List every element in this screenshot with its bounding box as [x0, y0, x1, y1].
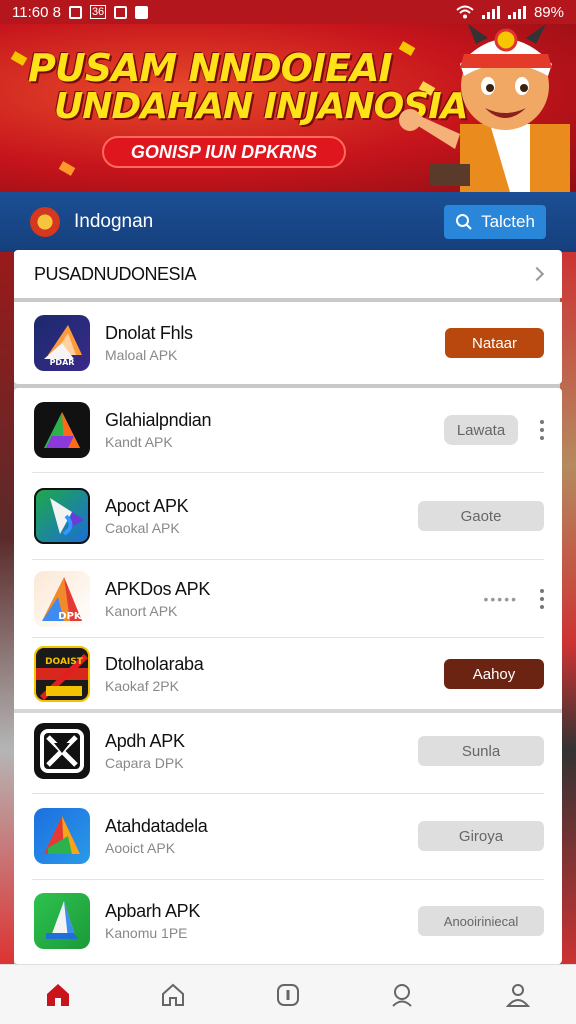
banner-cta-button[interactable]: GONISP IUN DPKRNS — [102, 136, 346, 168]
app-logo — [30, 207, 60, 237]
notification-icon — [68, 5, 82, 19]
app-subtitle: Kaokaf 2PK — [105, 678, 179, 694]
featured-app-card[interactable]: PDAR Dnolat Fhls Maloal APK Nataar — [14, 302, 562, 384]
app-header: Indognan Talcteh — [0, 192, 576, 252]
nav-apps[interactable] — [143, 965, 203, 1024]
install-button[interactable]: Nataar — [445, 328, 544, 358]
chevron-right-icon — [529, 266, 545, 282]
app-subtitle: Aooict APK — [105, 840, 176, 856]
action-button[interactable]: Gaote — [418, 501, 544, 531]
status-time: 11:60 8 — [12, 3, 61, 21]
app-title: Indognan — [74, 211, 154, 232]
list-item[interactable]: Glahialpndian Kandt APK Lawata — [14, 388, 562, 472]
app-icon: DPK — [34, 571, 90, 627]
nav-home[interactable] — [28, 965, 88, 1024]
list-item[interactable]: DOAIST Dtolholaraba Kaokaf 2PK Aahoy — [14, 638, 562, 710]
app-subtitle: Kanort APK — [105, 603, 178, 619]
app-icon — [34, 723, 90, 779]
app-subtitle: Kanomu 1PE — [105, 925, 188, 941]
svg-text:PDAR: PDAR — [50, 358, 75, 367]
confetti-decoration — [58, 161, 76, 176]
nav-profile[interactable] — [488, 965, 548, 1024]
gallery-icon — [114, 5, 128, 19]
app-icon — [34, 488, 90, 544]
app-name: Dnolat Fhls — [105, 323, 193, 343]
more-options-icon[interactable] — [540, 420, 544, 440]
search-button[interactable]: Talcteh — [444, 205, 546, 239]
app-name: Apdh APK — [105, 731, 185, 751]
app-icon: PDAR — [34, 315, 90, 371]
app-subtitle: Capara DPK — [105, 755, 184, 771]
search-icon — [456, 214, 472, 230]
app-name: Glahialpndian — [105, 410, 212, 430]
background-strip-left — [0, 252, 14, 964]
app-name: Apoct APK — [105, 496, 189, 516]
section-title: PUSADNUDONESIA — [34, 263, 197, 284]
signal-icon-2 — [507, 5, 526, 19]
status-bar: 11:60 8 36 89% — [0, 0, 576, 24]
action-button[interactable]: Giroya — [418, 821, 544, 851]
app-icon: DOAIST — [34, 646, 90, 702]
person-search-icon — [392, 983, 412, 1007]
list-item[interactable]: Apoct APK Caokal APK Gaote — [14, 473, 562, 559]
notification-badge: 36 — [89, 5, 107, 19]
wifi-icon — [456, 5, 474, 19]
section-header[interactable]: PUSADNUDONESIA — [14, 250, 562, 298]
list-item[interactable]: DPK APKDos APK Kanort APK ••••• — [14, 560, 562, 638]
app-subtitle: Kandt APK — [105, 434, 173, 450]
nav-search-user[interactable] — [373, 965, 433, 1024]
battery-level: 89% — [533, 3, 564, 21]
nav-info[interactable] — [258, 965, 318, 1024]
info-icon — [276, 983, 299, 1006]
mascot-illustration — [399, 24, 570, 192]
list-item[interactable]: Atahdatadela Aooict APK Giroya — [14, 794, 562, 878]
svg-text:DOAIST: DOAIST — [45, 657, 84, 667]
app-name: Atahdatadela — [105, 816, 208, 836]
app-icon — [34, 402, 90, 458]
more-options-icon[interactable] — [540, 589, 544, 609]
banner-headline: PUSAM NNDOIEAI — [28, 46, 393, 90]
app-subtitle: Caokal APK — [105, 520, 180, 536]
list-item[interactable]: Apbarh APK Kanomu 1PE Anooiriniecal — [14, 880, 562, 962]
app-name: Apbarh APK — [105, 901, 201, 921]
app-subtitle: Maloal APK — [105, 347, 178, 363]
list-item[interactable]: PDAR Dnolat Fhls Maloal APK Nataar — [14, 302, 562, 384]
action-button[interactable]: Sunla — [418, 736, 544, 766]
confetti-decoration — [10, 51, 28, 66]
list-item[interactable]: Apdh APK Capara DPK Sunla — [14, 713, 562, 789]
loading-indicator: ••••• — [483, 591, 518, 607]
app-list-card: Glahialpndian Kandt APK Lawata Apoct APK… — [14, 388, 562, 964]
signal-icon — [481, 5, 500, 19]
action-button[interactable]: Lawata — [444, 415, 518, 445]
bottom-navigation — [0, 964, 576, 1024]
svg-text:DPK: DPK — [58, 611, 83, 622]
app-name: Dtolholaraba — [105, 654, 204, 674]
promo-banner[interactable]: PUSAM NNDOIEAI UNDAHAN INJANOSIA GONISP … — [0, 24, 576, 192]
background-strip-right — [560, 252, 576, 964]
home-filled-icon — [46, 983, 69, 1006]
action-button[interactable]: Anooiriniecal — [418, 906, 544, 936]
app-icon — [34, 893, 90, 949]
profile-icon — [506, 983, 531, 1007]
search-button-label: Talcteh — [481, 212, 535, 231]
app-icon — [34, 808, 90, 864]
action-button[interactable]: Aahoy — [444, 659, 544, 689]
home-outline-icon — [161, 983, 184, 1006]
app-name: APKDos APK — [105, 579, 211, 599]
message-icon — [135, 5, 149, 19]
